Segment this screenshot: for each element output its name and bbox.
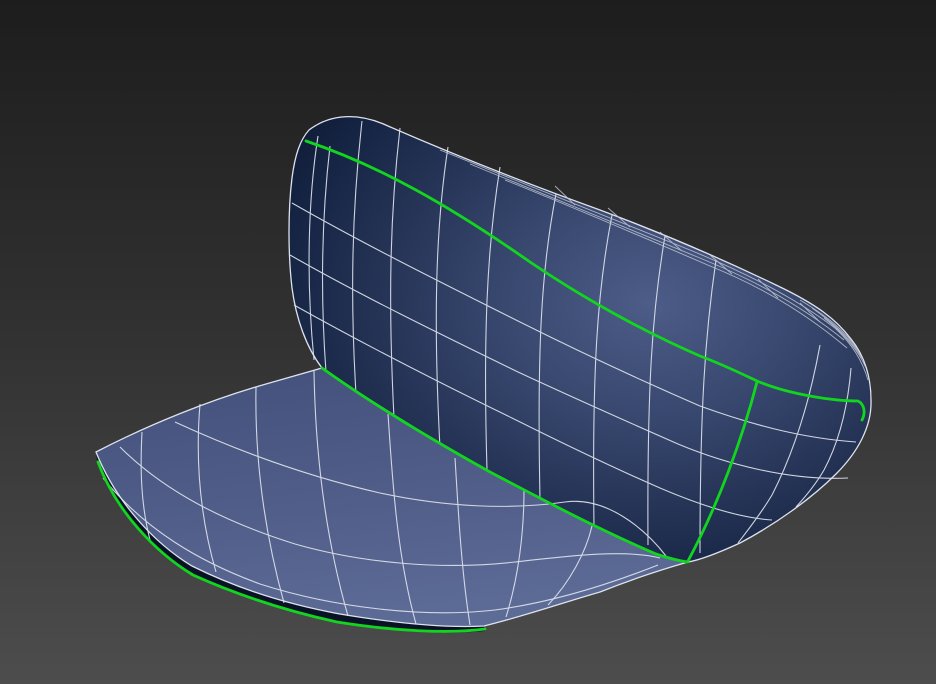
- cap-model-svg[interactable]: [0, 0, 936, 684]
- viewport-3d[interactable]: [0, 0, 936, 684]
